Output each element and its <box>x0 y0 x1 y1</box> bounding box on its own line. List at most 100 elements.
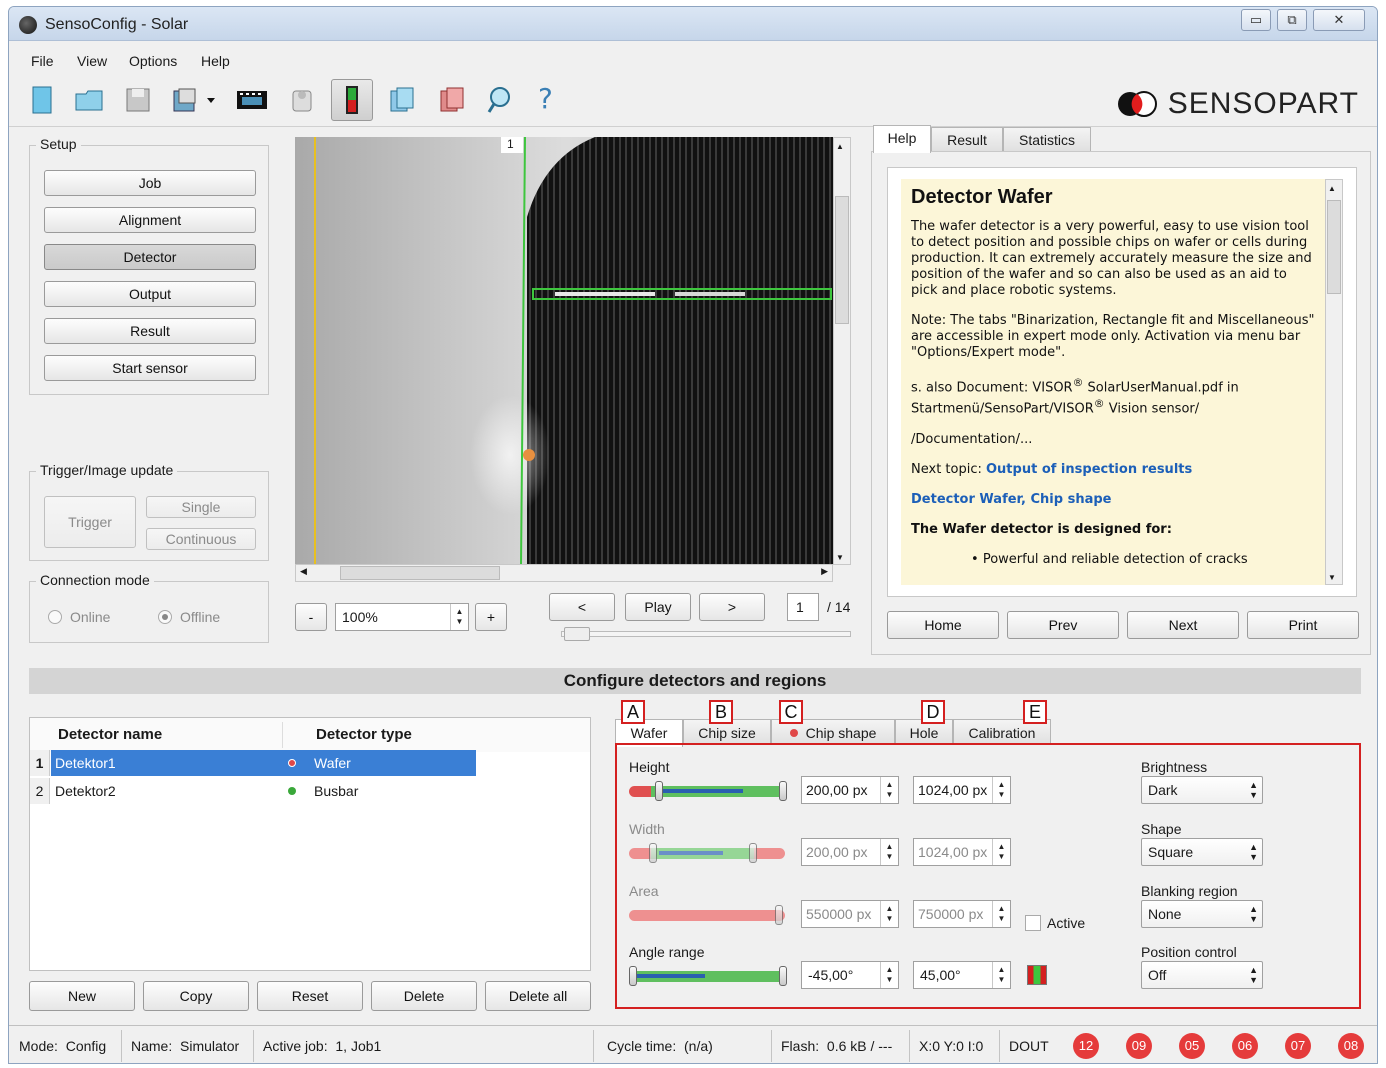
header-detector-name[interactable]: Detector name <box>58 726 162 743</box>
spin-arrows-icon[interactable]: ▲ ▼ <box>992 962 1010 988</box>
help-print-button[interactable]: Print <box>1247 611 1359 639</box>
next-image-button[interactable]: > <box>699 593 765 621</box>
height-slider[interactable] <box>629 781 787 801</box>
play-button[interactable]: Play <box>625 593 691 621</box>
height-min-input[interactable]: 200,00 px ▲ ▼ <box>801 776 899 804</box>
header-detector-type[interactable]: Detector type <box>316 726 412 743</box>
delete-all-button[interactable]: Delete all <box>485 981 591 1011</box>
minimize-button[interactable]: ▭ <box>1241 9 1271 31</box>
job-button[interactable]: Job <box>44 170 256 196</box>
viewer-horizontal-scrollbar[interactable]: ◀ ▶ <box>295 564 833 582</box>
zoom-in-button[interactable]: + <box>475 603 507 631</box>
height-min-handle[interactable] <box>655 781 663 801</box>
spin-arrows-icon[interactable]: ▲ ▼ <box>992 839 1010 865</box>
width-min-handle[interactable] <box>649 843 657 863</box>
continuous-button[interactable]: Continuous <box>146 528 256 550</box>
spin-arrows-icon[interactable]: ▲ ▼ <box>992 901 1010 927</box>
output-results-link[interactable]: Output of inspection results <box>986 462 1192 477</box>
menu-file[interactable]: File <box>31 53 54 69</box>
scroll-up-icon[interactable]: ▲ <box>836 142 844 151</box>
width-slider[interactable] <box>629 843 785 863</box>
spin-arrows-icon[interactable]: ▲ ▼ <box>992 777 1010 803</box>
offline-radio[interactable] <box>158 610 172 624</box>
help-prev-button[interactable]: Prev <box>1007 611 1119 639</box>
scroll-thumb[interactable] <box>835 196 849 324</box>
zoom-spin-arrows-icon[interactable]: ▲ ▼ <box>450 604 468 630</box>
open-folder-icon[interactable] <box>71 81 109 119</box>
help-scroll-thumb[interactable] <box>1327 200 1341 294</box>
search-icon[interactable] <box>481 81 519 119</box>
online-radio[interactable] <box>48 610 62 624</box>
tab-result[interactable]: Result <box>931 127 1003 151</box>
spin-arrows-icon[interactable]: ▲ ▼ <box>880 962 898 988</box>
close-button[interactable]: ✕ <box>1313 9 1365 31</box>
help-scrollbar[interactable]: ▲ ▼ <box>1325 179 1343 585</box>
delete-detector-button[interactable]: Delete <box>371 981 477 1011</box>
start-sensor-button[interactable]: Start sensor <box>44 355 256 381</box>
save-as-dropdown-icon[interactable] <box>169 81 221 119</box>
position-control-select[interactable]: Off ▲ ▼ <box>1141 961 1263 989</box>
alignment-button[interactable]: Alignment <box>44 207 256 233</box>
frame-input[interactable]: 1 <box>787 593 819 621</box>
single-button[interactable]: Single <box>146 496 256 518</box>
help-next-button[interactable]: Next <box>1127 611 1239 639</box>
shape-select[interactable]: Square ▲ ▼ <box>1141 838 1263 866</box>
area-max-input[interactable]: 750000 px ▲ ▼ <box>913 900 1011 928</box>
chip-shape-link[interactable]: Detector Wafer, Chip shape <box>911 492 1111 507</box>
spin-arrows-icon[interactable]: ▲ ▼ <box>880 901 898 927</box>
scroll-left-icon[interactable]: ◀ <box>300 566 307 577</box>
menu-view[interactable]: View <box>77 53 107 69</box>
angle-max-input[interactable]: 45,00° ▲ ▼ <box>913 961 1011 989</box>
area-min-input[interactable]: 550000 px ▲ ▼ <box>801 900 899 928</box>
angle-min-handle[interactable] <box>629 966 637 986</box>
playback-slider[interactable] <box>561 627 851 641</box>
copy-detector-button[interactable]: Copy <box>143 981 249 1011</box>
area-handle[interactable] <box>775 905 783 925</box>
output-button[interactable]: Output <box>44 281 256 307</box>
result-button[interactable]: Result <box>44 318 256 344</box>
height-max-input[interactable]: 1024,00 px ▲ ▼ <box>913 776 1011 804</box>
reset-detector-button[interactable]: Reset <box>257 981 363 1011</box>
new-file-icon[interactable] <box>23 81 61 119</box>
trigger-button[interactable]: Trigger <box>44 496 136 548</box>
help-scroll-down-icon[interactable]: ▼ <box>1328 573 1336 582</box>
spin-arrows-icon[interactable]: ▲ ▼ <box>880 839 898 865</box>
area-slider[interactable] <box>629 905 785 925</box>
help-home-button[interactable]: Home <box>887 611 999 639</box>
scroll-down-icon[interactable]: ▼ <box>836 553 844 562</box>
hscroll-thumb[interactable] <box>340 566 500 580</box>
red-pages-icon[interactable] <box>433 81 471 119</box>
new-detector-button[interactable]: New <box>29 981 135 1011</box>
menu-help[interactable]: Help <box>201 53 230 69</box>
angle-max-handle[interactable] <box>779 966 787 986</box>
help-icon[interactable]: ? <box>527 81 565 119</box>
tab-statistics[interactable]: Statistics <box>1003 127 1091 151</box>
sensor-icon[interactable] <box>283 81 321 119</box>
scroll-right-icon[interactable]: ▶ <box>821 566 828 577</box>
zoom-out-button[interactable]: - <box>295 603 327 631</box>
width-min-input[interactable]: 200,00 px ▲ ▼ <box>801 838 899 866</box>
angle-min-input[interactable]: -45,00° ▲ ▼ <box>801 961 899 989</box>
menu-options[interactable]: Options <box>129 53 177 69</box>
blanking-select[interactable]: None ▲ ▼ <box>1141 900 1263 928</box>
playback-slider-handle[interactable] <box>564 627 590 641</box>
previous-image-button[interactable]: < <box>549 593 615 621</box>
width-max-handle[interactable] <box>749 843 757 863</box>
maximize-button[interactable]: ⧉ <box>1277 9 1307 31</box>
help-scroll-up-icon[interactable]: ▲ <box>1328 184 1336 193</box>
image-strip-icon[interactable] <box>233 81 271 119</box>
image-viewer[interactable]: 1 <box>295 137 833 565</box>
angle-slider[interactable] <box>629 966 787 986</box>
height-max-handle[interactable] <box>779 781 787 801</box>
viewer-vertical-scrollbar[interactable]: ▲ ▼ <box>833 137 851 565</box>
blue-pages-icon[interactable] <box>383 81 421 119</box>
zoom-spinbox[interactable]: 100% ▲ ▼ <box>335 603 469 631</box>
width-max-input[interactable]: 1024,00 px ▲ ▼ <box>913 838 1011 866</box>
detector-button[interactable]: Detector <box>44 244 256 270</box>
table-row[interactable]: 2 Detektor2 Busbar <box>30 778 476 804</box>
table-row[interactable]: 1 Detektor1 Wafer <box>30 750 476 776</box>
brightness-select[interactable]: Dark ▲ ▼ <box>1141 776 1263 804</box>
tab-help[interactable]: Help <box>873 125 931 153</box>
spin-arrows-icon[interactable]: ▲ ▼ <box>880 777 898 803</box>
save-icon[interactable] <box>119 81 157 119</box>
